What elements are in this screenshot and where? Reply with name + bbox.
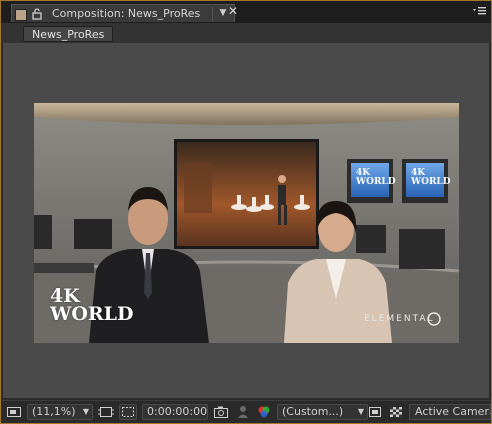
composition-tab[interactable]: Composition: News_ProRes ▼ (11, 4, 235, 22)
view-layout-dropdown[interactable]: (Custom...) ▼ (277, 404, 368, 420)
active-camera-dropdown[interactable]: Active Camera (409, 404, 491, 420)
grid-guides-icon[interactable] (98, 404, 114, 420)
monitor-text-line2-left: WORLD (356, 177, 396, 187)
color-channels-icon[interactable] (256, 404, 272, 420)
region-of-interest-icon[interactable] (367, 404, 383, 420)
current-time-display[interactable]: 0:00:00:00 (142, 404, 208, 420)
magnification-dropdown[interactable]: (11,1%) ▼ (27, 404, 93, 420)
active-camera-value: Active Camera (415, 405, 491, 418)
composition-frame: 4K WORLD ELEMENTAL 4K WORLD 4K WORLD (34, 103, 459, 343)
tab-divider (212, 7, 213, 21)
viewer-tab-row: News_ProRes (1, 23, 491, 43)
brand-watermark: ELEMENTAL (364, 314, 435, 324)
chevron-down-icon: ▼ (82, 407, 89, 416)
show-snapshot-icon[interactable] (235, 404, 251, 420)
lock-icon[interactable] (30, 7, 44, 21)
checkerboard-icon[interactable] (388, 404, 404, 420)
always-preview-icon[interactable] (6, 404, 22, 420)
comp-viewer-tab[interactable]: News_ProRes (23, 26, 114, 42)
composition-panel: Composition: News_ProRes ▼ ✕ News_ProRes (0, 0, 492, 424)
overlay-title-line2: WORLD (50, 303, 134, 325)
magnification-value: (11,1%) (32, 405, 76, 418)
label-color-swatch[interactable] (15, 9, 27, 21)
view-layout-value: (Custom...) (282, 405, 344, 418)
transparency-grid-icon[interactable] (119, 404, 137, 420)
chevron-down-icon: ▼ (357, 407, 364, 416)
close-icon[interactable]: ✕ (227, 4, 239, 18)
viewer-toolbar: (11,1%) ▼ 0:00:00:00 (Custom...) ▼ Activ… (1, 400, 491, 423)
composition-tab-title: Composition: News_ProRes (52, 7, 201, 20)
panel-tab-bar: Composition: News_ProRes ▼ ✕ (1, 1, 491, 24)
panel-menu-icon[interactable] (471, 4, 487, 18)
composition-viewer[interactable]: 4K WORLD ELEMENTAL 4K WORLD 4K WORLD (3, 43, 489, 398)
monitor-text-line2-right: WORLD (411, 177, 451, 187)
camera-snapshot-icon[interactable] (213, 404, 229, 420)
